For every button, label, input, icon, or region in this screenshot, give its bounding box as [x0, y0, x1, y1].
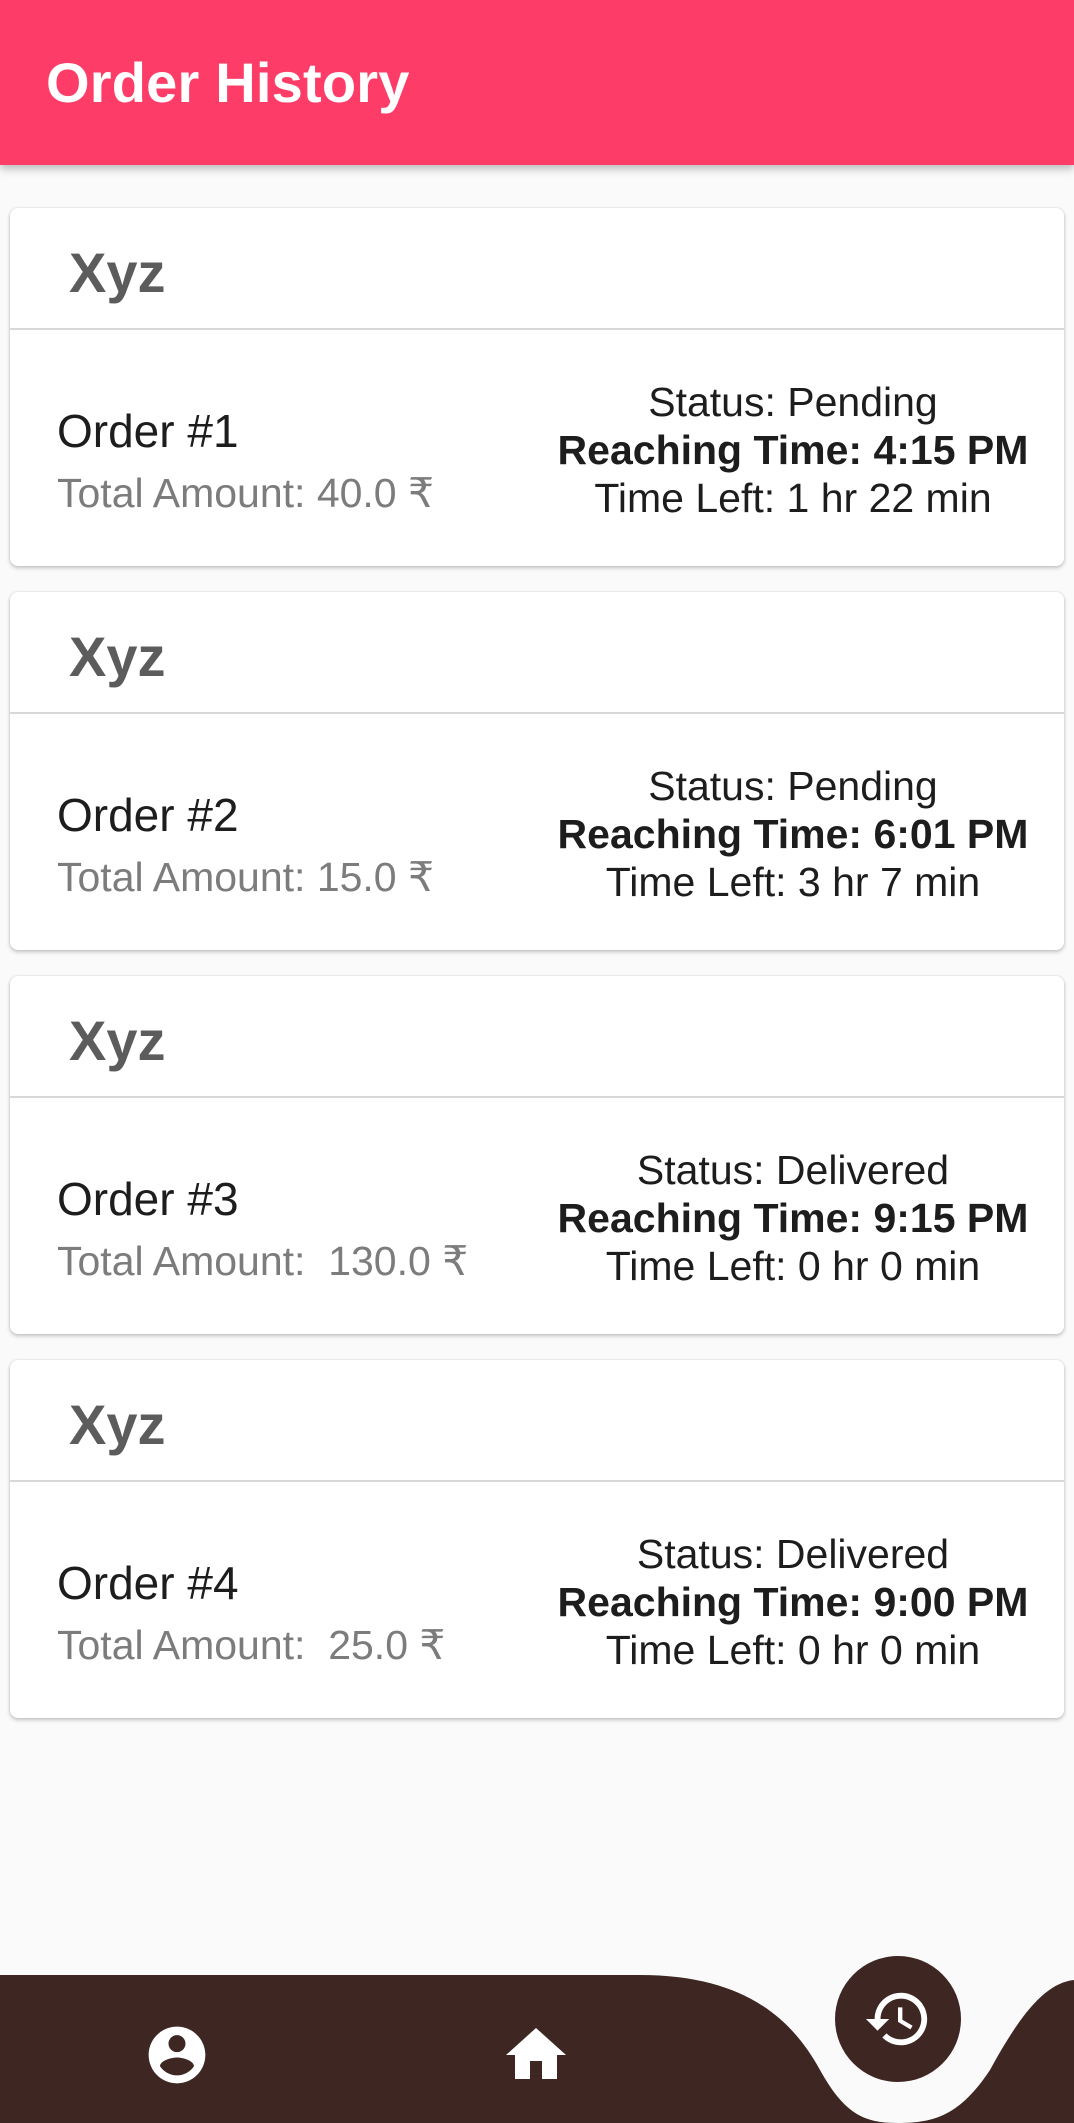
order-card-header: Xyz	[10, 208, 1064, 330]
order-number: Order #2	[57, 789, 239, 841]
nav-profile-button[interactable]	[137, 2015, 217, 2095]
order-status-block: Status: Pending Reaching Time: 6:01 PM T…	[530, 762, 1056, 906]
order-number: Order #3	[57, 1173, 239, 1225]
order-number: Order #4	[57, 1557, 239, 1609]
order-time-left: Time Left: 0 hr 0 min	[605, 1243, 981, 1289]
shop-name: Xyz	[69, 625, 166, 688]
order-total-amount: Total Amount: 40.0 ₹	[57, 470, 435, 516]
nav-history-button[interactable]	[835, 1956, 961, 2082]
order-number: Order #1	[57, 405, 239, 457]
order-total-amount: Total Amount: 25.0 ₹	[57, 1622, 446, 1668]
shop-name: Xyz	[69, 241, 166, 304]
order-card[interactable]: Xyz Order #1 Total Amount: 40.0 ₹ Status…	[10, 208, 1064, 566]
order-status-block: Status: Delivered Reaching Time: 9:15 PM…	[530, 1146, 1056, 1290]
order-status: Status: Delivered	[636, 1147, 950, 1193]
order-card-header: Xyz	[10, 592, 1064, 714]
order-status: Status: Delivered	[636, 1531, 950, 1577]
nav-home-button[interactable]	[496, 2015, 576, 2095]
order-card[interactable]: Xyz Order #4 Total Amount: 25.0 ₹ Status…	[10, 1360, 1064, 1718]
order-card[interactable]: Xyz Order #2 Total Amount: 15.0 ₹ Status…	[10, 592, 1064, 950]
history-icon	[865, 1992, 928, 2046]
order-card[interactable]: Xyz Order #3 Total Amount: 130.0 ₹ Statu…	[10, 976, 1064, 1334]
shop-name: Xyz	[69, 1393, 166, 1456]
order-time-left: Time Left: 0 hr 0 min	[605, 1627, 981, 1673]
order-reaching-time: Reaching Time: 9:00 PM	[557, 1579, 1029, 1625]
app-bar: Order History	[0, 0, 1074, 165]
order-status-block: Status: Pending Reaching Time: 4:15 PM T…	[530, 378, 1056, 522]
order-status-block: Status: Delivered Reaching Time: 9:00 PM…	[530, 1530, 1056, 1674]
order-reaching-time: Reaching Time: 9:15 PM	[557, 1195, 1029, 1241]
order-card-header: Xyz	[10, 1360, 1064, 1482]
order-time-left: Time Left: 3 hr 7 min	[605, 859, 981, 905]
order-status: Status: Pending	[648, 379, 938, 425]
order-reaching-time: Reaching Time: 6:01 PM	[557, 811, 1029, 857]
order-time-left: Time Left: 1 hr 22 min	[594, 475, 992, 521]
order-total-amount: Total Amount: 130.0 ₹	[57, 1238, 469, 1284]
order-card-header: Xyz	[10, 976, 1064, 1098]
account-circle-icon	[148, 2026, 206, 2084]
order-status: Status: Pending	[648, 763, 938, 809]
page-title: Order History	[46, 51, 410, 114]
order-total-amount: Total Amount: 15.0 ₹	[57, 854, 435, 900]
home-icon	[506, 2028, 566, 2079]
shop-name: Xyz	[69, 1009, 166, 1072]
order-reaching-time: Reaching Time: 4:15 PM	[557, 427, 1029, 473]
